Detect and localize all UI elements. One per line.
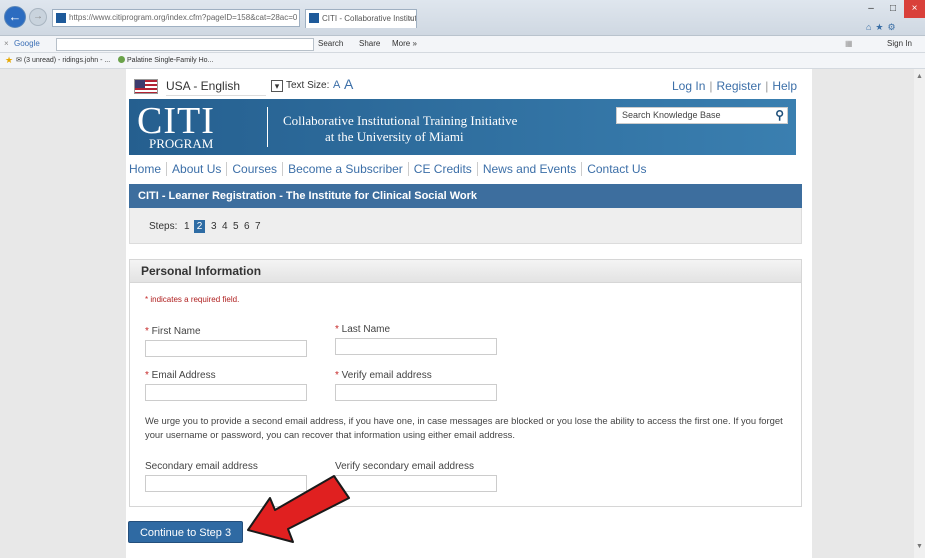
toolbar-close-icon[interactable]: × (4, 36, 9, 52)
address-text: https://www.citiprogram.org/index.cfm?pa… (69, 13, 298, 22)
link-separator: | (709, 79, 713, 93)
email-label-text: Email Address (151, 370, 216, 381)
personal-info-heading: Personal Information (130, 260, 801, 283)
secondary-email-notice: We urge you to provide a second email ad… (145, 415, 783, 440)
text-size-label: Text Size: (286, 80, 330, 91)
main-nav: Home About Us Courses Become a Subscriber CE… (129, 162, 652, 176)
knowledge-base-search-input[interactable]: Search Knowledge Base ⚲ (616, 107, 788, 124)
registration-title: CITI - Learner Registration - The Instit… (129, 184, 802, 208)
verify-email-label: * Verify email address (335, 370, 432, 381)
search-icon[interactable]: ⚲ (775, 108, 784, 123)
favorite-mail-label: (3 unread) - ridings.john - ... (23, 57, 111, 64)
continue-button[interactable]: Continue to Step 3 (128, 521, 243, 543)
required-note: * indicates a required field. (145, 295, 240, 304)
scroll-up-icon[interactable]: ▲ (914, 73, 925, 80)
account-links: Log In | Register | Help (672, 79, 797, 93)
verify-secondary-email-field[interactable] (335, 475, 497, 492)
browser-tab[interactable]: CITI - Collaborative Instituti... × (305, 9, 417, 28)
favorite-mail-link[interactable]: ✉ (3 unread) - ridings.john - ... (16, 53, 110, 68)
logo-main-text: CITI (137, 100, 215, 142)
steps-panel: Steps: 1 2 3 4 5 6 7 (129, 208, 802, 244)
nav-become-subscriber[interactable]: Become a Subscriber (283, 162, 409, 176)
close-window-icon[interactable]: × (904, 0, 925, 18)
browser-tool-icons[interactable]: ⌂★⚙ (866, 22, 900, 33)
language-select[interactable]: USA - English (166, 77, 266, 96)
favorite-item-link[interactable]: Palatine Single-Family Ho... (118, 53, 213, 68)
tab-favicon-icon (309, 13, 319, 23)
text-size-small-button[interactable]: A (333, 79, 340, 91)
login-link[interactable]: Log In (672, 79, 705, 93)
text-size-dropdown-icon[interactable]: ▾ (271, 80, 283, 92)
citi-banner: CITI PROGRAM Collaborative Institutional… (129, 99, 796, 155)
secondary-email-label: Secondary email address (145, 461, 258, 472)
banner-title-line2: at the University of Miami (325, 129, 464, 144)
first-name-label-text: First Name (151, 326, 201, 337)
toolbar-search-input[interactable] (56, 38, 314, 51)
search-placeholder: Search Knowledge Base (622, 110, 721, 120)
forward-arrow-icon[interactable]: → (29, 8, 47, 26)
tab-title: CITI - Collaborative Instituti... (322, 14, 417, 23)
nav-ce-credits[interactable]: CE Credits (408, 162, 478, 176)
logo-divider (267, 107, 268, 147)
minimize-icon[interactable]: – (860, 0, 882, 18)
favorites-bar: ★ ✉ (3 unread) - ridings.john - ... Pala… (0, 53, 925, 69)
page-scrollbar[interactable]: ▲ ▼ (914, 69, 925, 558)
first-name-field[interactable] (145, 340, 307, 357)
nav-courses[interactable]: Courses (227, 162, 284, 176)
toolbar-share-button[interactable]: Share (359, 36, 380, 52)
red-arrow-icon (247, 475, 350, 543)
nav-news-events[interactable]: News and Events (477, 162, 583, 176)
toolbar-signin-link[interactable]: Sign In (887, 36, 912, 52)
toolbar-settings-icon[interactable]: ▦ (845, 36, 853, 52)
last-name-label-text: Last Name (341, 324, 391, 335)
verify-email-field[interactable] (335, 384, 497, 401)
steps-label: Steps: (149, 221, 178, 232)
favorite-item-label: Palatine Single-Family Ho... (127, 57, 214, 64)
email-field[interactable] (145, 384, 307, 401)
step-7: 7 (255, 221, 261, 232)
nav-about-us[interactable]: About Us (167, 162, 228, 176)
toolbar-search-button[interactable]: Search (318, 36, 343, 52)
nav-home[interactable]: Home (129, 162, 168, 176)
last-name-label: * Last Name (335, 324, 391, 335)
personal-info-panel: Personal Information * indicates a requi… (129, 259, 802, 507)
nav-contact-us[interactable]: Contact Us (582, 162, 651, 176)
us-flag-icon (134, 79, 158, 94)
favorites-star-icon[interactable]: ★ (5, 53, 13, 68)
browser-titlebar: ← → https://www.citiprogram.org/index.cf… (0, 0, 925, 36)
verify-secondary-email-label: Verify secondary email address (335, 461, 474, 472)
citi-logo[interactable]: CITI PROGRAM (129, 99, 264, 155)
page-content: USA - English ▾ Text Size: A A Log In | Re… (126, 69, 812, 558)
email-label: * Email Address (145, 370, 216, 381)
first-name-label: * First Name (145, 326, 201, 337)
address-bar[interactable]: https://www.citiprogram.org/index.cfm?pa… (52, 9, 300, 27)
banner-title-line1: Collaborative Institutional Training Ini… (283, 113, 518, 128)
last-name-field[interactable] (335, 338, 497, 355)
help-link[interactable]: Help (772, 79, 797, 93)
site-favicon-icon (56, 13, 66, 23)
step-2-current: 2 (194, 220, 205, 233)
logo-sub-text: PROGRAM (149, 136, 214, 151)
step-1: 1 (184, 221, 190, 232)
maximize-icon[interactable]: □ (882, 0, 904, 18)
favorite-item-icon (118, 56, 125, 63)
step-5: 5 (233, 221, 239, 232)
google-logo: Google (14, 39, 40, 48)
back-arrow-icon[interactable]: ← (4, 6, 26, 28)
step-3: 3 (211, 221, 217, 232)
tab-close-icon[interactable]: × (408, 10, 413, 27)
step-4: 4 (222, 221, 228, 232)
google-toolbar: × Google Search Share More » ▦ Sign In (0, 36, 925, 53)
scroll-down-icon[interactable]: ▼ (914, 543, 925, 550)
link-separator: | (765, 79, 769, 93)
verify-email-label-text: Verify email address (341, 370, 432, 381)
toolbar-more-button[interactable]: More » (392, 36, 417, 52)
register-link[interactable]: Register (717, 79, 762, 93)
text-size-large-button[interactable]: A (344, 76, 353, 92)
required-note-text: indicates a required field. (150, 295, 240, 304)
step-6: 6 (244, 221, 250, 232)
